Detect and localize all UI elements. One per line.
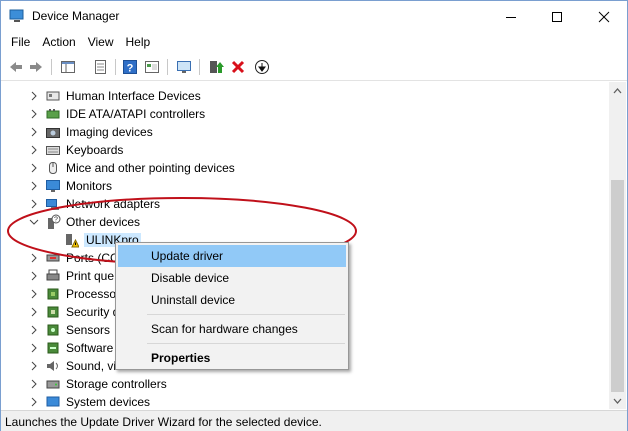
processor-icon [47,288,59,300]
menu-file[interactable]: File [5,32,36,53]
uninstall-icon[interactable] [229,58,247,76]
maximize-button[interactable] [534,1,580,32]
printer-icon [46,269,60,281]
mouse-icon [49,162,57,174]
context-disable-device[interactable]: Disable device [118,267,346,289]
menu-action[interactable]: Action [36,32,81,53]
scrollbar-thumb[interactable] [611,180,624,392]
menu-view[interactable]: View [82,32,120,53]
title-bar[interactable]: Device Manager [1,1,627,32]
tree-item-imaging-devices[interactable]: Imaging devices [1,123,601,141]
tree-item-human-interface-devices[interactable]: Human Interface Devices [1,87,601,105]
show-hide-console-tree-icon[interactable] [59,58,77,76]
maximize-icon [552,11,562,22]
status-bar: Launches the Update Driver Wizard for th… [1,410,627,431]
chevron-right-icon [31,289,37,299]
chevron-right-icon [31,397,37,407]
chevron-right-icon [31,325,37,335]
device-manager-window: Device Manager File Action View Help ? H… [0,0,628,431]
status-text: Launches the Update Driver Wizard for th… [5,415,322,429]
menu-help[interactable]: Help [120,32,157,53]
window-title: Device Manager [32,9,120,23]
chevron-right-icon [31,253,37,263]
context-scan-hardware[interactable]: Scan for hardware changes [118,318,346,340]
back-icon[interactable] [7,58,25,76]
chevron-right-icon [31,271,37,281]
close-button[interactable] [581,1,627,32]
scan-hardware-icon[interactable] [175,58,193,76]
chevron-right-icon [31,145,37,155]
software-icon [47,342,59,354]
keyboard-icon [46,146,60,155]
tree-item-other-devices[interactable]: ? Other devices [1,213,601,231]
tree-item-ide-controllers[interactable]: IDE ATA/ATAPI controllers [1,105,601,123]
port-icon [46,254,60,262]
chevron-right-icon [31,307,37,317]
tree-item-network-adapters[interactable]: Network adapters [1,195,601,213]
context-menu: Update driver Disable device Uninstall d… [115,242,349,370]
unknown-device-icon: ? [48,214,61,229]
monitor-icon [46,180,60,192]
svg-text:?: ? [127,63,134,75]
hid-icon [46,91,60,101]
warning-device-icon [66,234,79,248]
camera-icon [46,128,60,138]
chevron-right-icon [31,379,37,389]
context-properties[interactable]: Properties [118,347,346,369]
minimize-button[interactable] [488,1,534,32]
device-manager-app-icon [9,9,25,23]
chevron-down-icon [29,219,39,225]
chevron-right-icon [31,199,37,209]
scroll-up-button[interactable] [609,82,626,99]
toolbar: ? [1,54,627,81]
menu-bar: File Action View Help [1,32,627,53]
properties-icon[interactable] [91,58,109,76]
chevron-right-icon [31,109,37,119]
scroll-up-icon [613,87,622,93]
chevron-right-icon [31,181,37,191]
chevron-right-icon [31,343,37,353]
help-icon[interactable]: ? [121,58,139,76]
tree-item-system-devices[interactable]: System devices [1,393,601,409]
svg-text:?: ? [54,217,58,224]
scroll-down-icon [613,398,622,404]
tree-item-keyboards[interactable]: Keyboards [1,141,601,159]
chevron-right-icon [31,127,37,137]
tree-item-mice[interactable]: Mice and other pointing devices [1,159,601,177]
view-icon[interactable] [143,58,161,76]
update-driver-icon[interactable] [207,58,225,76]
system-icon [46,396,60,407]
context-separator [147,343,345,344]
vertical-scrollbar[interactable] [609,82,626,409]
chevron-right-icon [31,163,37,173]
forward-icon[interactable] [27,58,45,76]
context-separator [147,314,345,315]
tree-item-storage-controllers[interactable]: Storage controllers [1,375,601,393]
ide-controller-icon [46,109,60,119]
sensor-icon [47,324,59,336]
sound-icon [47,361,58,371]
minimize-icon [506,16,516,18]
tree-item-monitors[interactable]: Monitors [1,177,601,195]
enable-device-icon[interactable] [253,58,271,76]
context-update-driver[interactable]: Update driver [118,245,346,267]
chevron-right-icon [31,91,37,101]
network-adapter-icon [46,199,59,210]
security-icon [47,306,59,318]
chevron-right-icon [31,361,37,371]
close-icon [598,11,610,22]
context-uninstall-device[interactable]: Uninstall device [118,289,346,311]
storage-icon [46,380,60,389]
scroll-down-button[interactable] [609,392,626,409]
